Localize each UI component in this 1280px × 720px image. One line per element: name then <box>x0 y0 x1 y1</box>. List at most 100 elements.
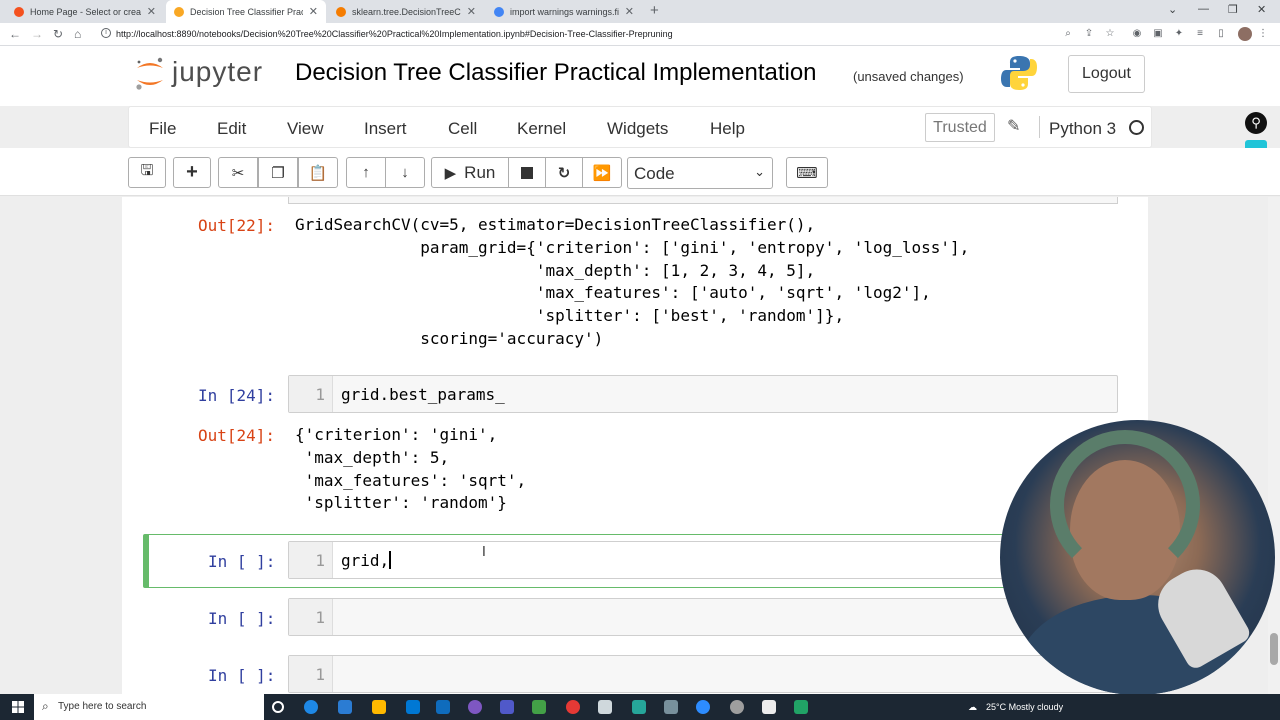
cell-type-select[interactable]: Code ⌄ <box>627 157 773 189</box>
side-panel-icon[interactable]: ▯ <box>1215 28 1227 40</box>
file-explorer-icon[interactable] <box>372 700 386 714</box>
windows-start-icon[interactable] <box>12 701 24 713</box>
extension-a-icon[interactable]: ◉ <box>1131 28 1143 40</box>
line-number: 1 <box>315 385 325 404</box>
tab-search-icon[interactable]: ⌄ <box>1168 3 1177 16</box>
cortana-icon[interactable] <box>272 701 284 713</box>
google-favicon-icon <box>494 6 504 17</box>
menu-edit[interactable]: Edit <box>217 119 246 139</box>
home-icon[interactable]: ⌂ <box>74 27 81 41</box>
menu-view[interactable]: View <box>287 119 324 139</box>
previous-cell-input[interactable] <box>288 197 1118 204</box>
notepad-icon[interactable] <box>762 700 776 714</box>
edge-icon[interactable] <box>304 700 318 714</box>
browser-tab-google[interactable]: import warnings warnings.filterw ✕ <box>486 0 642 23</box>
app-window-icon[interactable] <box>664 700 678 714</box>
command-palette-button[interactable]: ⌨ <box>786 157 828 188</box>
page-scrollbar[interactable] <box>1268 197 1280 694</box>
browser-tab-home[interactable]: Home Page - Select or create a n ✕ <box>6 0 164 23</box>
jupyter-logo-text[interactable]: jupyter <box>172 56 263 88</box>
edit-pencil-icon[interactable]: ✎ <box>1007 116 1020 136</box>
extensions-puzzle-icon[interactable]: ✦ <box>1173 28 1185 40</box>
code-text[interactable]: grid.best_params_ <box>341 385 505 404</box>
forward-icon[interactable]: → <box>31 27 43 41</box>
close-tab-icon[interactable]: ✕ <box>467 5 476 18</box>
restore-icon[interactable]: ❐ <box>1228 3 1238 16</box>
menu-help[interactable]: Help <box>710 119 745 139</box>
browser-tab-notebook[interactable]: Decision Tree Classifier Practical I ✕ <box>166 0 326 23</box>
app-icon[interactable] <box>632 700 646 714</box>
chrome-icon[interactable] <box>566 700 580 714</box>
obs-icon[interactable] <box>730 700 744 714</box>
close-tab-icon[interactable]: ✕ <box>309 5 318 18</box>
cell-type-value: Code <box>634 164 675 183</box>
mail-icon[interactable] <box>436 700 450 714</box>
move-up-button[interactable]: ↑ <box>346 157 386 188</box>
zoom-icon[interactable]: ⌕ <box>1062 28 1074 40</box>
code-cell-input[interactable]: 1 grid.best_params_ <box>288 375 1118 413</box>
logout-button[interactable]: Logout <box>1068 55 1145 93</box>
chrome-menu-icon[interactable]: ⋮ <box>1257 28 1269 40</box>
menu-file[interactable]: File <box>149 119 176 139</box>
discord-icon[interactable] <box>468 700 482 714</box>
terminal-icon[interactable] <box>532 700 546 714</box>
cut-button[interactable]: ✂ <box>218 157 258 188</box>
paste-icon: 📋 <box>308 164 328 182</box>
menu-widgets[interactable]: Widgets <box>607 119 668 139</box>
share-icon[interactable]: ⇪ <box>1083 28 1095 40</box>
scrollbar-thumb[interactable] <box>1270 633 1278 665</box>
move-down-button[interactable]: ↓ <box>385 157 425 188</box>
taskbar-search[interactable]: ⌕ Type here to search <box>34 694 264 720</box>
media-icon[interactable]: ≡ <box>1194 28 1206 40</box>
close-window-icon[interactable]: ✕ <box>1257 3 1266 16</box>
fast-forward-icon: ⏩ <box>592 164 612 182</box>
minimize-icon[interactable]: — <box>1198 3 1209 15</box>
restart-button[interactable]: ↻ <box>545 157 583 188</box>
code-text-active[interactable]: grid, <box>341 551 392 570</box>
close-tab-icon[interactable]: ✕ <box>625 5 634 18</box>
new-tab-icon[interactable]: + <box>650 2 659 19</box>
restart-run-all-button[interactable]: ⏩ <box>582 157 622 188</box>
extension-b-icon[interactable]: ▣ <box>1152 28 1164 40</box>
windows-taskbar: ⌕ Type here to search ☁ 25°C Mostly clou… <box>0 694 1280 720</box>
word-icon[interactable] <box>338 700 352 714</box>
output-line: 'max_depth': [1, 2, 3, 4, 5], <box>295 260 816 280</box>
weather-text[interactable]: 25°C Mostly cloudy <box>986 702 1063 712</box>
save-button[interactable]: 🖫 <box>128 157 166 188</box>
run-button[interactable]: ▶ Run <box>431 157 509 188</box>
store-icon[interactable] <box>406 700 420 714</box>
webcam-overlay <box>1000 420 1275 695</box>
back-icon[interactable]: ← <box>9 27 21 41</box>
taskbar-clock[interactable] <box>1192 697 1194 707</box>
code-cell-input[interactable]: 1 <box>288 655 1118 693</box>
interrupt-button[interactable] <box>508 157 546 188</box>
active-code-cell-input[interactable]: 1 grid, <box>288 541 1118 579</box>
copy-button[interactable]: ❐ <box>258 157 298 188</box>
trusted-indicator[interactable]: Trusted <box>925 113 995 142</box>
play-icon: ▶ <box>444 164 457 182</box>
jupyter-logo-icon[interactable] <box>134 56 166 92</box>
menu-kernel[interactable]: Kernel <box>517 119 566 139</box>
excel-icon[interactable] <box>794 700 808 714</box>
close-tab-icon[interactable]: ✕ <box>147 5 156 18</box>
menu-insert[interactable]: Insert <box>364 119 407 139</box>
info-icon[interactable]: i <box>101 28 111 38</box>
url-text[interactable]: http://localhost:8890/notebooks/Decision… <box>116 29 673 39</box>
copy-icon: ❐ <box>271 164 285 182</box>
kernel-name[interactable]: Python 3 <box>1049 119 1116 139</box>
profile-avatar[interactable] <box>1238 27 1252 41</box>
output-line: {'criterion': 'gini', <box>295 425 498 444</box>
paste-button[interactable]: 📋 <box>298 157 338 188</box>
reload-icon[interactable]: ↻ <box>53 27 63 41</box>
bookmark-star-icon[interactable]: ☆ <box>1104 28 1116 40</box>
teams-icon[interactable] <box>500 700 514 714</box>
insert-cell-button[interactable]: + <box>173 157 211 188</box>
zoom-app-icon[interactable] <box>696 700 710 714</box>
browser-tab-sklearn[interactable]: sklearn.tree.DecisionTreeClassifie ✕ <box>328 0 484 23</box>
menu-cell[interactable]: Cell <box>448 119 477 139</box>
settings-icon[interactable] <box>598 700 612 714</box>
scissors-icon: ✂ <box>231 164 245 182</box>
extension-badge-icon[interactable]: ⚲ <box>1245 112 1267 134</box>
notebook-title[interactable]: Decision Tree Classifier Practical Imple… <box>295 59 817 87</box>
code-cell-input[interactable]: 1 <box>288 598 1118 636</box>
